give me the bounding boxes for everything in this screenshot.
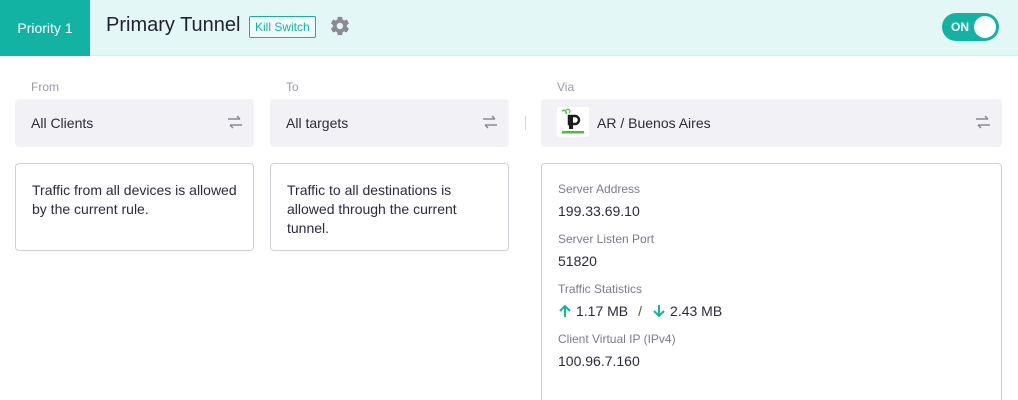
server-address-label: Server Address — [558, 182, 641, 196]
to-card: Traffic to all destinations is allowed t… — [270, 163, 509, 251]
traffic-values: 1.17 MB / 2.43 MB — [558, 303, 722, 319]
page-title: Primary Tunnel — [106, 14, 241, 36]
listen-port-value: 51820 — [558, 253, 597, 269]
priority-tab[interactable]: Priority 1 — [0, 0, 90, 56]
from-selector[interactable]: All Clients — [15, 99, 254, 147]
column-divider — [525, 116, 526, 130]
server-address: Server Address 199.33.69.10 — [558, 182, 640, 219]
to-description: Traffic to all destinations is allowed t… — [287, 182, 457, 236]
provider-logo-icon — [557, 107, 589, 137]
swap-arrows-icon[interactable] — [482, 114, 498, 130]
via-details-card: Server Address 199.33.69.10 Server Liste… — [541, 163, 1002, 400]
virtual-ip: Client Virtual IP (IPv4) 100.96.7.160 — [558, 332, 676, 369]
download-value: 2.43 MB — [670, 303, 723, 319]
toggle-knob — [974, 16, 996, 38]
to-value: All targets — [286, 115, 349, 131]
arrow-down-icon — [653, 305, 665, 318]
via-value: AR / Buenos Aires — [597, 115, 711, 131]
arrow-up-icon — [559, 304, 571, 317]
from-value: All Clients — [31, 115, 94, 131]
upload-value: 1.17 MB — [576, 303, 629, 319]
from-description: Traffic from all devices is allowed by t… — [32, 182, 237, 217]
traffic-statistics: Traffic Statistics 1.17 MB / 2.43 MB — [558, 282, 722, 319]
swap-arrows-icon[interactable] — [975, 114, 991, 130]
rule-header: Priority 1 Primary Tunnel Kill Switch ON — [0, 0, 1018, 56]
listen-port-label: Server Listen Port — [558, 232, 655, 246]
tunnel-toggle[interactable]: ON — [942, 13, 999, 41]
toggle-label: ON — [951, 20, 969, 34]
kill-switch-badge: Kill Switch — [249, 16, 316, 38]
virtual-ip-label: Client Virtual IP (IPv4) — [558, 332, 676, 346]
traffic-label: Traffic Statistics — [558, 282, 643, 296]
swap-arrows-icon[interactable] — [227, 114, 243, 130]
server-address-value: 199.33.69.10 — [558, 203, 640, 219]
traffic-separator: / — [638, 303, 643, 319]
listen-port: Server Listen Port 51820 — [558, 232, 654, 269]
from-label: From — [31, 80, 59, 94]
to-selector[interactable]: All targets — [270, 99, 509, 147]
to-label: To — [286, 80, 299, 94]
via-label: Via — [557, 80, 575, 94]
via-selector[interactable]: AR / Buenos Aires — [541, 99, 1002, 147]
virtual-ip-value: 100.96.7.160 — [558, 353, 640, 369]
gear-icon[interactable] — [329, 15, 351, 37]
from-card: Traffic from all devices is allowed by t… — [15, 163, 254, 251]
